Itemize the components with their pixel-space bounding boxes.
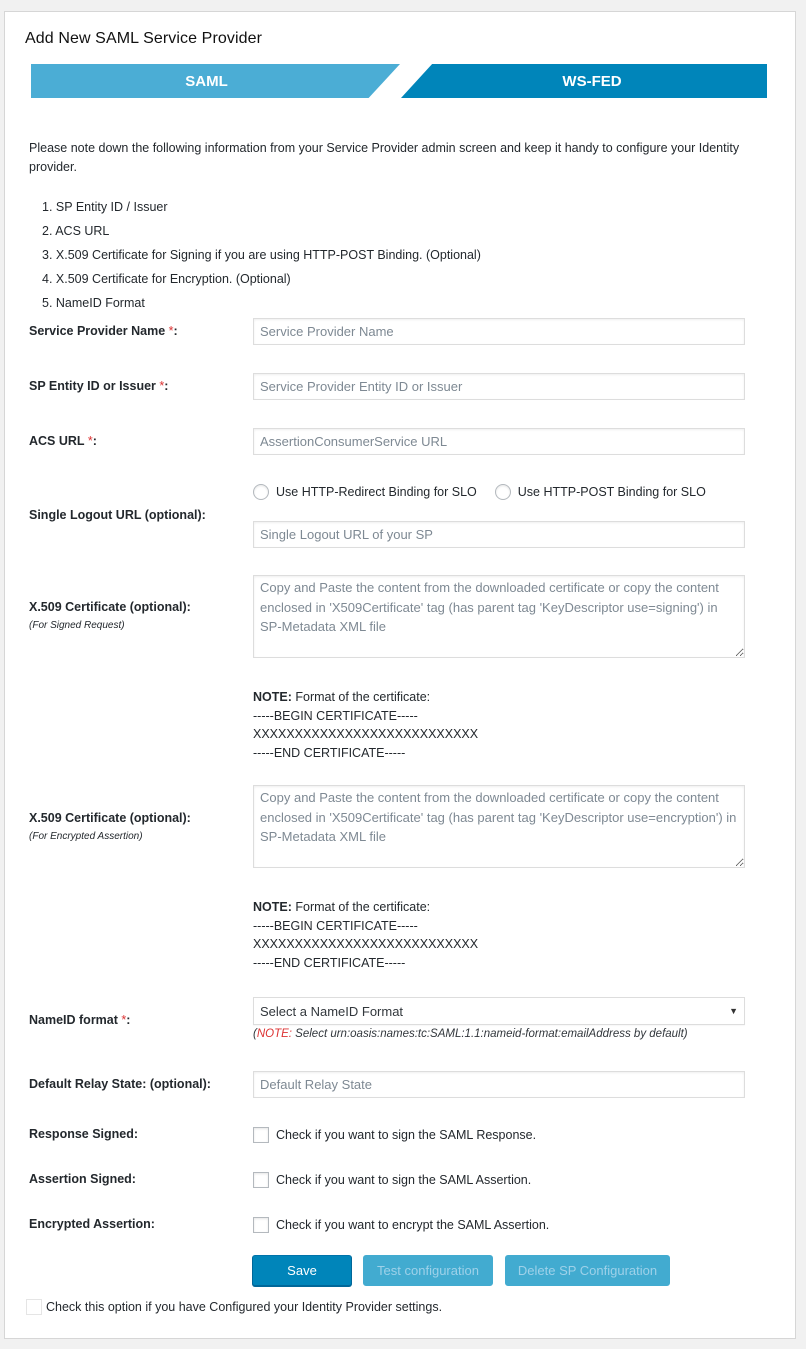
sp-name-label: Service Provider Name *: bbox=[29, 324, 178, 338]
note-line: NOTE: Format of the certificate: bbox=[253, 688, 478, 707]
acs-url-label: ACS URL *: bbox=[29, 434, 97, 448]
note-text: Format of the certificate: bbox=[291, 690, 431, 704]
slo-redirect-label[interactable]: Use HTTP-Redirect Binding for SLO bbox=[276, 485, 477, 499]
intro-text: Please note down the following informati… bbox=[29, 141, 740, 174]
note-line: NOTE: Format of the certificate: bbox=[253, 898, 478, 917]
acs-url-input[interactable] bbox=[253, 428, 745, 455]
encrypted-assertion-checkbox-label[interactable]: Check if you want to encrypt the SAML As… bbox=[276, 1218, 549, 1232]
idp-configured-checkbox[interactable] bbox=[26, 1299, 42, 1315]
cert-encryption-label-text: X.509 Certificate (optional): bbox=[29, 811, 191, 825]
idp-configured-label[interactable]: Check this option if you have Configured… bbox=[46, 1300, 442, 1314]
encrypted-assertion-label: Encrypted Assertion: bbox=[29, 1217, 155, 1231]
relay-state-label: Default Relay State: (optional): bbox=[29, 1077, 211, 1091]
nameid-selected-value: Select a NameID Format bbox=[260, 1003, 404, 1019]
sp-name-input[interactable] bbox=[253, 318, 745, 345]
label-colon: : bbox=[92, 434, 97, 448]
page-title: Add New SAML Service Provider bbox=[25, 30, 263, 47]
note-bold: NOTE: bbox=[253, 690, 292, 704]
cert-signing-textarea[interactable] bbox=[253, 575, 745, 658]
label-colon: : bbox=[173, 324, 178, 338]
nameid-format-select[interactable]: Select a NameID Format ▼ bbox=[253, 997, 745, 1025]
nameid-label: NameID format *: bbox=[29, 1013, 130, 1027]
encrypted-assertion-row: Check if you want to encrypt the SAML As… bbox=[253, 1217, 549, 1233]
cert-encryption-format-note: NOTE: Format of the certificate: -----BE… bbox=[253, 898, 478, 972]
cert-body: XXXXXXXXXXXXXXXXXXXXXXXXXXX bbox=[253, 727, 479, 741]
response-signed-checkbox[interactable] bbox=[253, 1127, 269, 1143]
cert-encryption-textarea[interactable] bbox=[253, 785, 745, 868]
slo-url-input[interactable] bbox=[253, 521, 745, 548]
label-colon: : bbox=[164, 379, 169, 393]
sp-form-panel: Add New SAML Service Provider SAML WS-FE… bbox=[4, 11, 796, 1339]
nameid-note: (NOTE: Select urn:oasis:names:tc:SAML:1.… bbox=[253, 1028, 688, 1040]
cert-end: -----END CERTIFICATE----- bbox=[253, 745, 406, 760]
assertion-signed-row: Check if you want to sign the SAML Asser… bbox=[253, 1172, 531, 1188]
slo-label: Single Logout URL (optional): bbox=[29, 508, 206, 522]
assertion-signed-checkbox[interactable] bbox=[253, 1172, 269, 1188]
steps-list: 1. SP Entity ID / Issuer 2. ACS URL 3. X… bbox=[42, 198, 481, 318]
protocol-tabs: SAML WS-FED bbox=[31, 64, 767, 98]
response-signed-row: Check if you want to sign the SAML Respo… bbox=[253, 1127, 536, 1143]
sp-entity-input[interactable] bbox=[253, 373, 745, 400]
slo-post-radio[interactable] bbox=[494, 484, 511, 500]
cert-signing-format-note: NOTE: Format of the certificate: -----BE… bbox=[253, 688, 478, 762]
note-bold: NOTE: bbox=[253, 900, 292, 914]
step-item: 4. X.509 Certificate for Encryption. (Op… bbox=[42, 272, 291, 286]
note-text: Select urn:oasis:names:tc:SAML:1.1:namei… bbox=[291, 1028, 688, 1040]
step-item: 2. ACS URL bbox=[42, 224, 110, 238]
tab-ws-fed-label: WS-FED bbox=[562, 72, 622, 90]
step-item: 1. SP Entity ID / Issuer bbox=[42, 200, 168, 214]
delete-sp-configuration-button[interactable]: Delete SP Configuration bbox=[505, 1255, 670, 1286]
note-text: Format of the certificate: bbox=[291, 900, 431, 914]
encrypted-assertion-checkbox[interactable] bbox=[253, 1217, 269, 1233]
slo-binding-radios: Use HTTP-Redirect Binding for SLO Use HT… bbox=[253, 484, 724, 500]
response-signed-label: Response Signed: bbox=[29, 1127, 139, 1141]
assertion-signed-label: Assertion Signed: bbox=[29, 1172, 136, 1186]
test-configuration-button[interactable]: Test configuration bbox=[363, 1255, 493, 1286]
cert-signing-label-text: X.509 Certificate (optional): bbox=[29, 600, 191, 614]
cert-signing-sublabel: (For Signed Request) bbox=[29, 620, 125, 631]
cert-signing-label: X.509 Certificate (optional): (For Signe… bbox=[29, 600, 191, 631]
note-red-label: NOTE: bbox=[256, 1028, 292, 1040]
cert-encryption-sublabel: (For Encrypted Assertion) bbox=[29, 831, 143, 842]
nameid-label-text: NameID format bbox=[29, 1013, 122, 1027]
slo-post-label[interactable]: Use HTTP-POST Binding for SLO bbox=[518, 485, 706, 499]
acs-url-label-text: ACS URL bbox=[29, 434, 88, 448]
cert-body: XXXXXXXXXXXXXXXXXXXXXXXXXXX bbox=[253, 937, 479, 951]
idp-configured-row: Check this option if you have Configured… bbox=[26, 1299, 442, 1315]
save-button[interactable]: Save bbox=[252, 1255, 352, 1286]
assertion-signed-checkbox-label[interactable]: Check if you want to sign the SAML Asser… bbox=[276, 1173, 531, 1187]
response-signed-checkbox-label[interactable]: Check if you want to sign the SAML Respo… bbox=[276, 1128, 536, 1142]
relay-state-input[interactable] bbox=[253, 1071, 745, 1098]
dropdown-arrow-icon: ▼ bbox=[729, 1006, 738, 1016]
step-item: 5. NameID Format bbox=[42, 296, 145, 310]
sp-name-label-text: Service Provider Name bbox=[29, 324, 169, 338]
step-item: 3. X.509 Certificate for Signing if you … bbox=[42, 248, 481, 262]
label-colon: : bbox=[126, 1013, 131, 1027]
cert-encryption-label: X.509 Certificate (optional): (For Encry… bbox=[29, 811, 191, 842]
cert-end: -----END CERTIFICATE----- bbox=[253, 955, 406, 970]
tab-ws-fed[interactable]: WS-FED bbox=[401, 64, 767, 98]
slo-redirect-radio[interactable] bbox=[253, 484, 269, 500]
sp-entity-label: SP Entity ID or Issuer *: bbox=[29, 379, 168, 393]
tab-saml-label: SAML bbox=[185, 72, 228, 90]
cert-begin: -----BEGIN CERTIFICATE----- bbox=[253, 918, 418, 933]
tab-saml[interactable]: SAML bbox=[31, 64, 400, 98]
cert-begin: -----BEGIN CERTIFICATE----- bbox=[253, 708, 418, 723]
sp-entity-label-text: SP Entity ID or Issuer bbox=[29, 379, 160, 393]
